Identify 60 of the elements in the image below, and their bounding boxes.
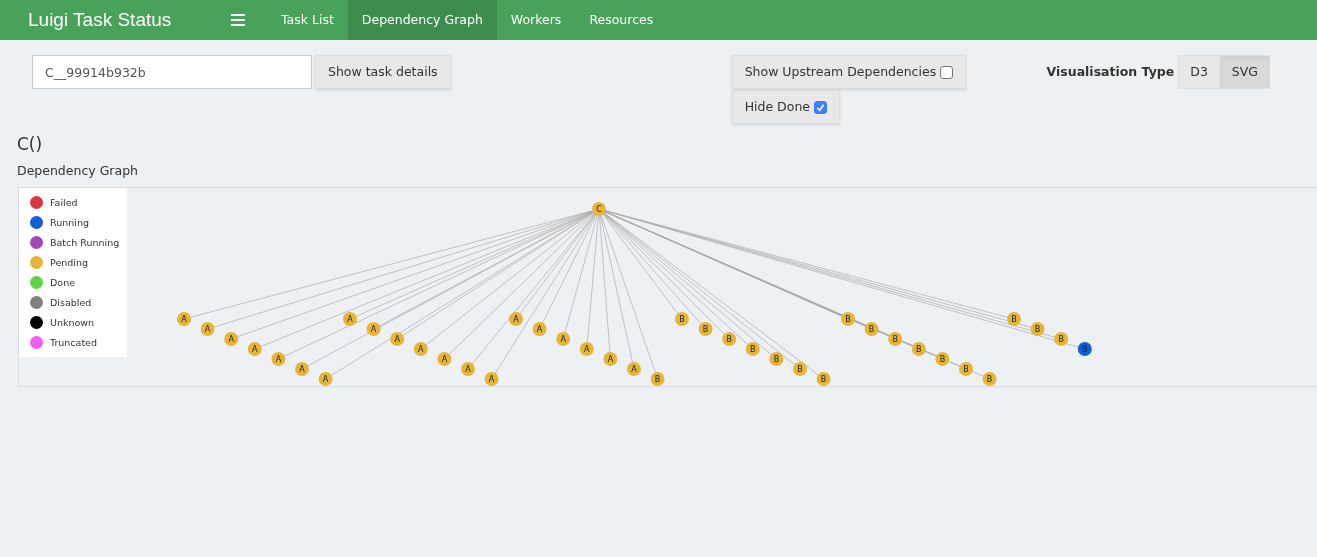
graph-node[interactable]: A <box>556 331 571 346</box>
graph-node[interactable]: A <box>509 311 523 326</box>
graph-node[interactable]: A <box>177 311 191 326</box>
option-toggle[interactable]: Hide Done <box>731 90 840 124</box>
graph-node[interactable]: B <box>675 311 689 326</box>
legend-label: Batch Running <box>50 235 120 249</box>
graph-node[interactable]: A <box>318 371 333 386</box>
legend-label: Running <box>50 215 89 229</box>
visualisation-option[interactable]: SVG <box>1219 55 1270 89</box>
graph-node[interactable]: B <box>911 341 926 356</box>
graph-node[interactable]: C <box>592 201 606 216</box>
graph-node[interactable]: B <box>722 331 737 346</box>
option-toggle[interactable]: Show Upstream Dependencies <box>731 55 967 89</box>
graph-node[interactable]: A <box>627 361 641 376</box>
graph-node[interactable]: B <box>793 361 807 376</box>
task-search-field[interactable]: C__99914b932b <box>32 55 312 89</box>
graph-node[interactable]: B <box>841 311 855 326</box>
graph-node[interactable]: B <box>1007 311 1021 326</box>
legend-label: Unknown <box>50 315 95 329</box>
graph-node[interactable]: A <box>413 341 428 356</box>
graph-node[interactable]: B <box>982 371 997 386</box>
graph-node[interactable]: B <box>1030 321 1045 336</box>
visualisation-type-label: Visualisation Type <box>1046 63 1175 81</box>
visualisation-option[interactable]: D3 <box>1178 55 1220 89</box>
checkbox[interactable] <box>940 65 954 79</box>
graph-node[interactable]: A <box>271 351 286 366</box>
graph-node[interactable]: B <box>935 351 950 366</box>
legend-label: Truncated <box>50 335 97 349</box>
graph-node[interactable]: B <box>816 371 831 386</box>
graph-node[interactable]: A <box>295 361 309 376</box>
legend-label: Failed <box>50 195 78 209</box>
graph-node[interactable]: B <box>959 361 973 376</box>
graph-node[interactable]: A <box>390 331 405 346</box>
graph-node[interactable]: A <box>366 321 381 336</box>
graph-node[interactable]: A <box>437 351 452 366</box>
graph-node[interactable]: A <box>603 351 618 366</box>
graph-node[interactable]: A <box>247 341 262 356</box>
nav-tab[interactable]: Dependency Graph <box>347 0 497 40</box>
graph-node[interactable]: B <box>745 341 760 356</box>
graph-node[interactable]: B <box>769 351 784 366</box>
graph-node[interactable]: B <box>864 321 879 336</box>
legend-label: Disabled <box>50 295 92 309</box>
graph-node[interactable]: A <box>200 321 215 336</box>
graph-heading: Dependency Graph <box>17 162 139 180</box>
graph-node[interactable]: A <box>343 311 357 326</box>
show-task-details-button[interactable]: Show task details <box>315 55 451 89</box>
task-title: C() <box>17 133 44 155</box>
graph-node[interactable]: A <box>579 341 594 356</box>
graph-node[interactable]: B <box>650 371 665 386</box>
legend-label: Pending <box>50 255 88 269</box>
graph-node[interactable]: A <box>484 371 499 386</box>
graph-node[interactable]: A <box>461 361 475 376</box>
legend-label: Done <box>50 275 75 289</box>
graph-node[interactable]: B <box>888 331 903 346</box>
checkbox[interactable] <box>814 100 827 114</box>
graph-node[interactable]: B <box>1054 331 1069 346</box>
graph-node[interactable]: B <box>698 321 713 336</box>
graph-node[interactable]: A <box>224 331 239 346</box>
graph-node[interactable]: A <box>532 321 547 336</box>
menu-icon[interactable] <box>231 14 245 26</box>
